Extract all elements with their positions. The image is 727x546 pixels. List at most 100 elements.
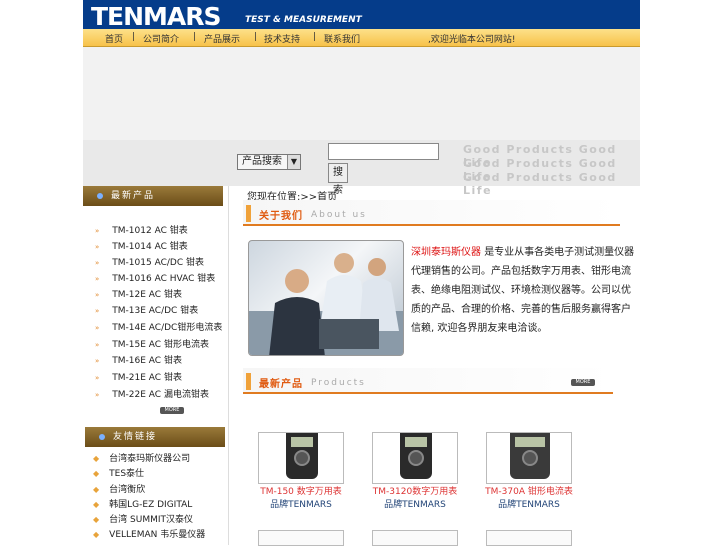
diamond-arrow-icon: ◆ <box>93 454 100 463</box>
arrow-icon: » <box>95 374 100 382</box>
friend-links-title: 友情链接 <box>113 432 158 442</box>
product-brand: 品牌TENMARS <box>498 500 560 510</box>
header: TENMARS TEST & MEASUREMENT <box>83 0 640 31</box>
multimeter-icon <box>400 433 432 479</box>
sidebar-product-item[interactable]: » TM-16E AC 钳表 <box>95 353 182 366</box>
sidebar-product-label: TM-22E AC 漏电流钳表 <box>112 390 209 400</box>
friend-link-item[interactable]: ◆ 韩国LG-EZ DIGITAL <box>93 497 192 510</box>
search-category-select[interactable]: 产品搜索 ▼ <box>237 154 301 170</box>
diamond-arrow-icon: ◆ <box>93 485 100 494</box>
bullet-icon <box>97 193 103 199</box>
search-bar: 产品搜索 ▼ 搜索 Good Products Good Life Good P… <box>83 140 640 197</box>
sidebar-product-item[interactable]: » TM-14E AC/DC钳形电流表 <box>95 320 222 333</box>
latest-products-header: 最新产品 <box>83 186 223 206</box>
nav-separator: | <box>132 32 136 42</box>
products-more-button[interactable]: MORE <box>571 379 595 386</box>
arrow-icon: » <box>95 391 100 399</box>
nav-contact[interactable]: 联系我们 <box>324 32 360 45</box>
company-name: 深圳泰玛斯仪器 <box>411 247 481 258</box>
sidebar-product-item[interactable]: » TM-21E AC 钳表 <box>95 370 182 383</box>
nav-separator: | <box>254 32 258 42</box>
nav-separator: | <box>193 32 197 42</box>
section-bar <box>246 205 251 222</box>
sidebar-product-label: TM-1015 AC/DC 钳表 <box>112 258 204 268</box>
sidebar-product-item[interactable]: » TM-22E AC 漏电流钳表 <box>95 387 209 400</box>
chevron-down-icon[interactable]: ▼ <box>287 155 300 169</box>
product-caption[interactable]: TM-370A 钳形电流表 品牌TENMARS <box>474 486 584 512</box>
sidebar-product-item[interactable]: » TM-1015 AC/DC 钳表 <box>95 255 204 268</box>
friend-link-item[interactable]: ◆ VELLEMAN 韦乐曼仪器 <box>93 527 205 540</box>
latest-products-title: 最新产品 <box>111 191 156 201</box>
sidebar-more-button[interactable]: MORE <box>160 407 184 414</box>
banner <box>83 47 640 140</box>
section-bar <box>246 373 251 390</box>
arrow-icon: » <box>95 357 100 365</box>
nav-bar: 首页 | 公司简介 | 产品展示 | 技术支持 | 联系我们 ,欢迎光临本公司网… <box>83 29 640 47</box>
arrow-icon: » <box>95 291 100 299</box>
bullet-icon <box>99 434 105 440</box>
sidebar-product-label: TM-14E AC/DC钳形电流表 <box>112 323 223 333</box>
product-caption[interactable]: TM-150 数字万用表 品牌TENMARS <box>246 486 356 512</box>
friend-link-label: 台湾 SUMMIT汉泰仪 <box>109 515 193 525</box>
friend-link-item[interactable]: ◆ 台湾衡欣 <box>93 482 145 495</box>
diamond-arrow-icon: ◆ <box>93 530 100 539</box>
sidebar-product-label: TM-1016 AC HVAC 钳表 <box>112 274 216 284</box>
product-name[interactable]: TM-3120数字万用表 <box>360 486 470 499</box>
clamp-meter-icon <box>510 433 550 479</box>
product-brand: 品牌TENMARS <box>384 500 446 510</box>
friend-links-header: 友情链接 <box>85 427 225 447</box>
product-caption[interactable]: TM-3120数字万用表 品牌TENMARS <box>360 486 470 512</box>
about-section-header: 关于我们 About us <box>243 200 620 226</box>
sidebar-product-label: TM-13E AC/DC 钳表 <box>112 306 199 316</box>
search-button[interactable]: 搜索 <box>328 163 348 196</box>
product-image[interactable] <box>486 432 572 484</box>
about-photo <box>248 240 404 356</box>
about-title: 关于我们 <box>259 211 303 222</box>
nav-about[interactable]: 公司简介 <box>143 32 179 45</box>
products-section-header: 最新产品 Products MORE <box>243 368 613 394</box>
product-image[interactable] <box>372 530 458 546</box>
friend-link-label: VELLEMAN 韦乐曼仪器 <box>109 530 206 540</box>
sidebar-product-label: TM-21E AC 钳表 <box>112 373 182 383</box>
sidebar-product-item[interactable]: » TM-13E AC/DC 钳表 <box>95 303 198 316</box>
multimeter-icon <box>286 433 318 479</box>
sidebar-product-label: TM-16E AC 钳表 <box>112 356 182 366</box>
diamond-arrow-icon: ◆ <box>93 515 100 524</box>
product-name[interactable]: TM-150 数字万用表 <box>246 486 356 499</box>
sidebar-product-item[interactable]: » TM-1016 AC HVAC 钳表 <box>95 271 215 284</box>
sidebar-product-label: TM-1012 AC 钳表 <box>112 226 188 236</box>
friend-link-label: TES泰仕 <box>109 469 145 479</box>
about-title-en: About us <box>311 210 367 220</box>
business-people-illustration <box>249 253 403 355</box>
diamond-arrow-icon: ◆ <box>93 500 100 509</box>
nav-home[interactable]: 首页 <box>105 32 123 45</box>
product-image[interactable] <box>258 530 344 546</box>
product-image[interactable] <box>486 530 572 546</box>
product-image[interactable] <box>372 432 458 484</box>
friend-link-item[interactable]: ◆ 台湾泰玛斯仪器公司 <box>93 451 190 464</box>
product-brand: 品牌TENMARS <box>270 500 332 510</box>
sidebar-product-item[interactable]: » TM-12E AC 钳表 <box>95 287 182 300</box>
friend-link-item[interactable]: ◆ 台湾 SUMMIT汉泰仪 <box>93 512 193 525</box>
product-name[interactable]: TM-370A 钳形电流表 <box>474 486 584 499</box>
diamond-arrow-icon: ◆ <box>93 469 100 478</box>
sidebar-product-label: TM-1014 AC 钳表 <box>112 242 188 252</box>
nav-support[interactable]: 技术支持 <box>264 32 300 45</box>
friend-link-item[interactable]: ◆ TES泰仕 <box>93 466 144 479</box>
logo-subtitle: TEST & MEASUREMENT <box>245 15 362 25</box>
product-image[interactable] <box>258 432 344 484</box>
nav-products[interactable]: 产品展示 <box>204 32 240 45</box>
welcome-message: ,欢迎光临本公司网站! <box>428 35 516 45</box>
sidebar-product-item[interactable]: » TM-15E AC 钳形电流表 <box>95 337 209 350</box>
sidebar-product-label: TM-15E AC 钳形电流表 <box>112 340 209 350</box>
nav-separator: | <box>313 32 317 42</box>
arrow-icon: » <box>95 227 100 235</box>
sidebar-product-item[interactable]: » TM-1014 AC 钳表 <box>95 239 188 252</box>
search-category-value: 产品搜索 <box>242 156 282 167</box>
slogan-line: Good Products Good Life <box>463 171 617 197</box>
search-input[interactable] <box>328 143 439 160</box>
logo[interactable]: TENMARS <box>91 2 222 31</box>
about-text: 深圳泰玛斯仪器 是专业从事各类电子测试测量仪器代理销售的公司。产品包括数字万用表… <box>411 243 635 338</box>
arrow-icon: » <box>95 243 100 251</box>
sidebar-product-item[interactable]: » TM-1012 AC 钳表 <box>95 223 188 236</box>
